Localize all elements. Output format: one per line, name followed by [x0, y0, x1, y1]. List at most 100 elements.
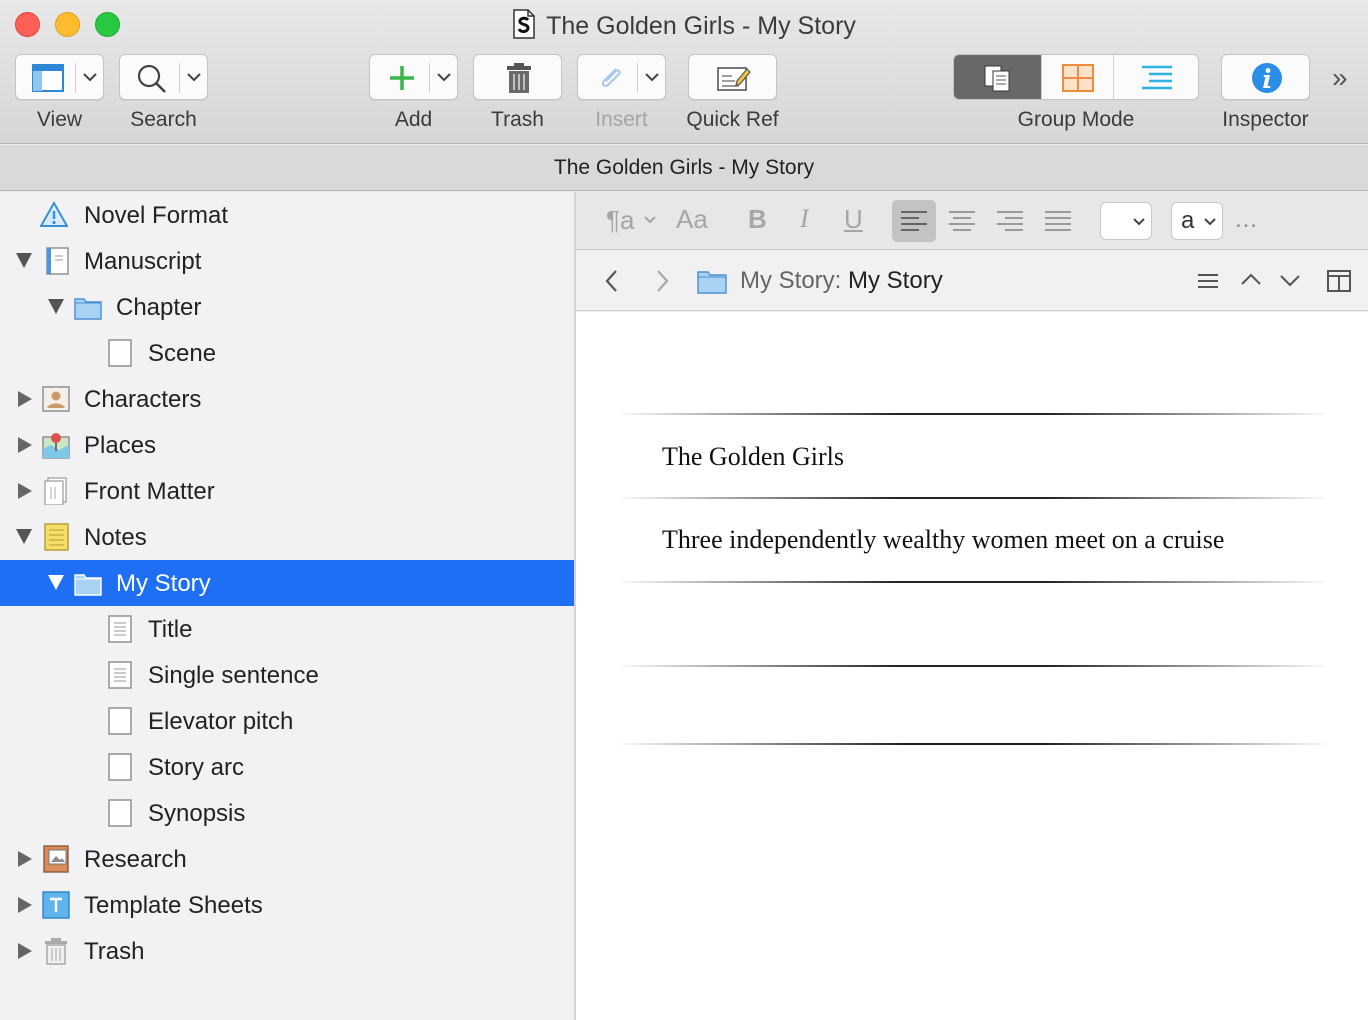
binder-item-label: Scene [148, 340, 217, 367]
binder-item-synopsis[interactable]: Synopsis [0, 790, 574, 836]
align-left-button[interactable] [892, 200, 936, 242]
align-justify-icon[interactable] [1045, 210, 1071, 232]
plus-icon [390, 66, 414, 90]
blank-doc-icon [108, 707, 132, 735]
disclosure-triangle-expanded-icon[interactable] [16, 253, 32, 268]
chevron-down-icon[interactable] [81, 68, 99, 86]
insert-label: Insert [595, 108, 648, 131]
disclosure-triangle-expanded-icon[interactable] [16, 529, 32, 544]
binder-item-characters[interactable]: Characters [0, 376, 574, 422]
binder-item-label: Elevator pitch [148, 708, 294, 735]
editor-page[interactable]: The Golden Girls Three independently wea… [576, 312, 1368, 1020]
chevron-down-icon[interactable] [643, 68, 661, 86]
text-doc-icon [108, 661, 132, 689]
binder-item-chapter[interactable]: Chapter [0, 284, 574, 330]
binder-item-my-story[interactable]: My Story [0, 560, 574, 606]
single-sentence-section-text[interactable]: Three independently wealthy women meet o… [662, 525, 1224, 555]
binder-item-trash[interactable]: Trash [0, 928, 574, 974]
chevron-down-icon[interactable] [435, 68, 453, 86]
binder-item-template-sheets[interactable]: Template Sheets [0, 882, 574, 928]
back-arrow-icon[interactable] [604, 269, 620, 293]
text-color-popup[interactable]: a [1171, 202, 1223, 240]
document-path-title: My Story [848, 267, 943, 294]
align-right-icon[interactable] [997, 210, 1023, 232]
quick-ref-icon [717, 67, 751, 91]
binder-item-elevator-pitch[interactable]: Elevator pitch [0, 698, 574, 744]
binder-item-scene[interactable]: Scene [0, 330, 574, 376]
binder-item-story-arc[interactable]: Story arc [0, 744, 574, 790]
binder-item-novel-format[interactable]: Novel Format [0, 192, 574, 238]
align-center-icon[interactable] [949, 210, 975, 232]
disclosure-triangle-collapsed-icon[interactable] [18, 437, 32, 453]
view-button[interactable] [15, 54, 104, 100]
line-spacing-popup[interactable] [1100, 202, 1152, 240]
binder-item-label: Trash [84, 938, 145, 965]
window-title-text: The Golden Girls - My Story [546, 12, 856, 40]
scrivenings-divider [620, 581, 1326, 583]
quick-ref-button[interactable] [688, 54, 777, 100]
title-section-text[interactable]: The Golden Girls [662, 442, 844, 472]
disclosure-triangle-collapsed-icon[interactable] [18, 391, 32, 407]
group-mode-outline-segment[interactable] [1113, 55, 1198, 99]
chevron-down-icon[interactable] [185, 68, 203, 86]
document-path[interactable]: My Story: My Story [740, 267, 943, 295]
forward-arrow-icon[interactable] [654, 269, 670, 293]
split-editor-icon[interactable] [1327, 270, 1351, 292]
group-mode-control[interactable] [953, 54, 1199, 100]
trash-button[interactable] [473, 54, 562, 100]
binder-item-label: Research [84, 846, 187, 873]
places-icon [42, 433, 70, 459]
characters-icon [42, 386, 70, 412]
outline-icon [1142, 65, 1172, 90]
paragraph-style-button[interactable]: ¶a [606, 205, 634, 236]
italic-button[interactable]: I [800, 204, 809, 234]
disclosure-triangle-collapsed-icon[interactable] [18, 897, 32, 913]
binder-item-label: Places [84, 432, 157, 459]
folder-icon [74, 298, 102, 320]
chevron-down-icon[interactable] [642, 212, 658, 228]
font-button[interactable]: Aa [676, 204, 708, 235]
chevron-up-icon[interactable] [1240, 271, 1262, 287]
format-overflow-button[interactable]: … [1234, 206, 1258, 234]
binder-item-front-matter[interactable]: Front Matter [0, 468, 574, 514]
scrivenings-divider [620, 497, 1326, 499]
format-bar: ¶a Aa B I U a … [576, 192, 1368, 250]
binder-item-label: Synopsis [148, 800, 246, 827]
add-button[interactable] [369, 54, 458, 100]
disclosure-triangle-collapsed-icon[interactable] [18, 851, 32, 867]
binder-item-label: Title [148, 616, 193, 643]
binder-item-places[interactable]: Places [0, 422, 574, 468]
blank-doc-icon [108, 799, 132, 827]
binder-item-single-sentence[interactable]: Single sentence [0, 652, 574, 698]
notes-icon [44, 523, 69, 551]
group-mode-corkboard-segment[interactable] [1041, 55, 1113, 99]
insert-button[interactable] [577, 54, 666, 100]
toolbar-overflow-button[interactable]: » [1332, 62, 1348, 94]
folder-icon [697, 271, 727, 294]
binder-item-research[interactable]: Research [0, 836, 574, 882]
bold-button[interactable]: B [748, 204, 767, 235]
binder-item-notes[interactable]: Notes [0, 514, 574, 560]
inspector-button[interactable] [1221, 54, 1310, 100]
binder-item-manuscript[interactable]: Manuscript [0, 238, 574, 284]
search-button[interactable] [119, 54, 208, 100]
template-icon [42, 891, 70, 919]
disclosure-triangle-expanded-icon[interactable] [48, 299, 64, 314]
group-mode-scrivenings-segment[interactable] [954, 55, 1041, 99]
paperclip-icon [601, 68, 621, 88]
add-label: Add [394, 108, 433, 131]
title-toolbar: The Golden Girls - My Story View Search … [0, 0, 1368, 144]
scrivenings-divider [620, 413, 1326, 415]
binder-item-label: Template Sheets [84, 892, 263, 919]
disclosure-triangle-collapsed-icon[interactable] [18, 943, 32, 959]
research-icon [43, 845, 69, 873]
binder-item-label: Chapter [116, 294, 202, 321]
underline-button[interactable]: U [844, 204, 863, 235]
disclosure-triangle-expanded-icon[interactable] [48, 575, 64, 590]
corkboard-icon [1062, 64, 1094, 92]
binder-item-title[interactable]: Title [0, 606, 574, 652]
chevron-down-icon[interactable] [1279, 273, 1301, 289]
manuscript-icon [46, 247, 69, 275]
disclosure-triangle-collapsed-icon[interactable] [18, 483, 32, 499]
list-menu-icon[interactable] [1196, 271, 1220, 291]
